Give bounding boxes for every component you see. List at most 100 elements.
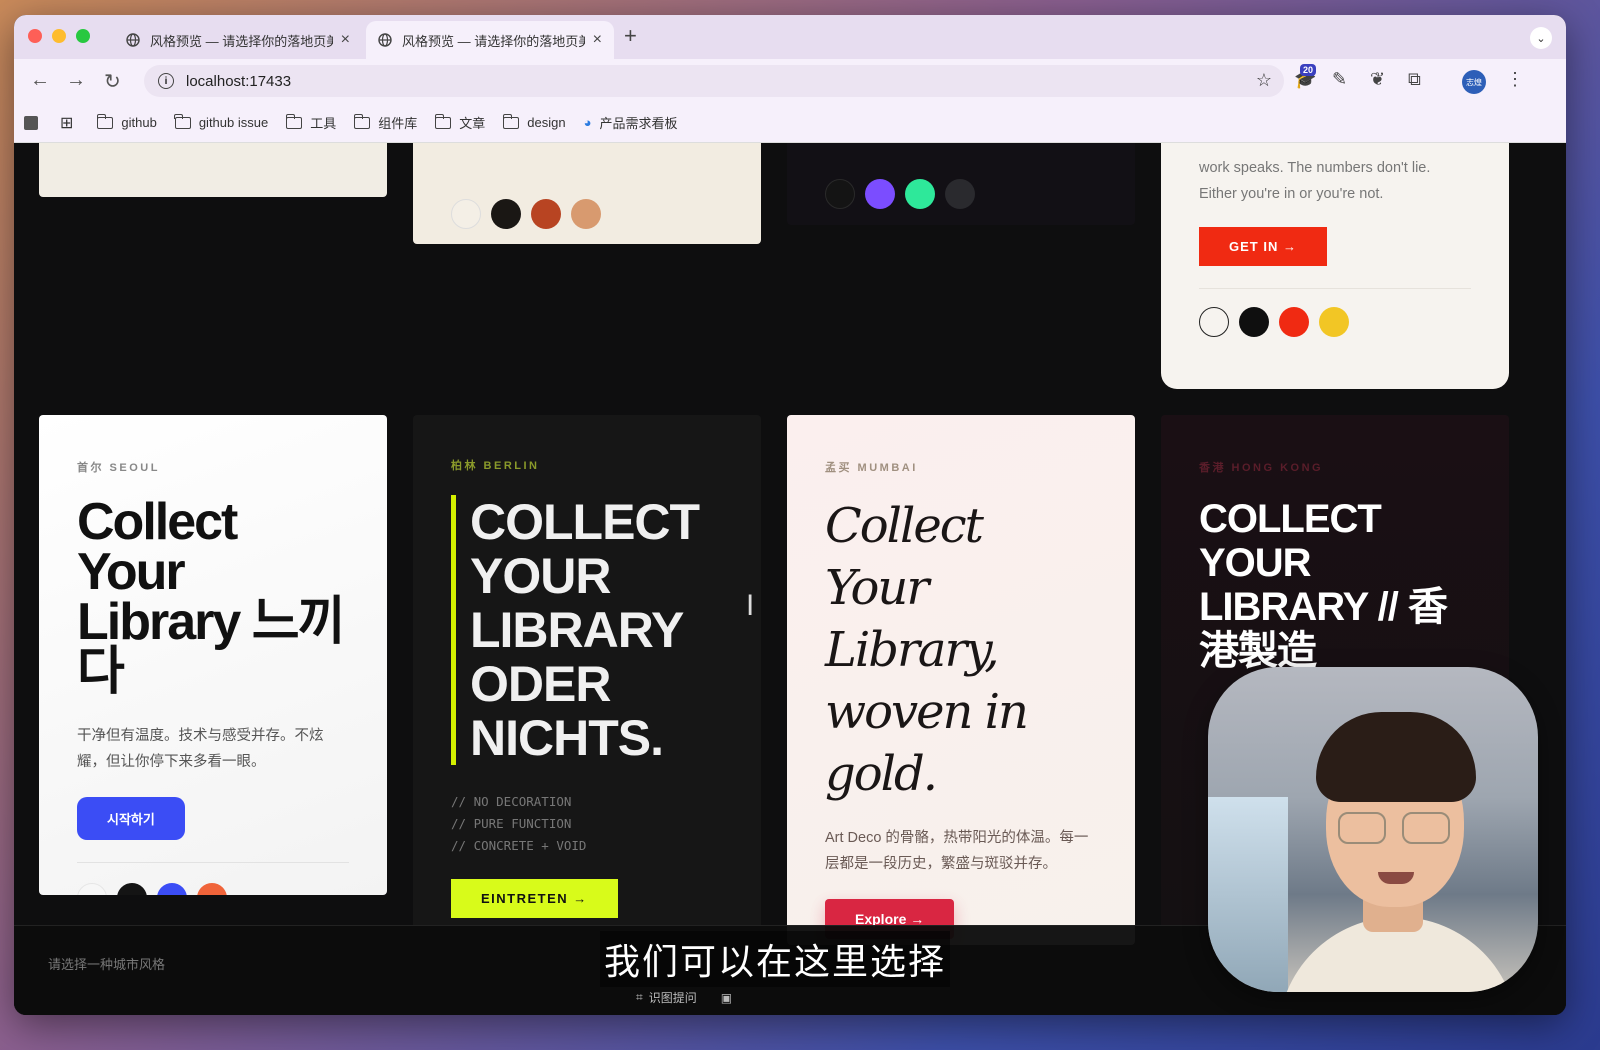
toolbar: ← → ↻ i localhost:17433 ☆ 🎓 ✎ ❦ ⧉ 志煌 ⋮: [14, 59, 1566, 103]
divider: [77, 862, 349, 863]
style-card-mumbai[interactable]: 孟买 MUMBAI Collect Your Library, woven in…: [787, 415, 1135, 945]
bookmark-label: github: [121, 115, 157, 130]
color-swatches: [825, 179, 975, 209]
start-button[interactable]: 시작하기: [77, 797, 185, 840]
tab-2[interactable]: 风格预览 — 请选择你的落地页美 ×: [366, 21, 614, 59]
swatch: [531, 199, 561, 229]
extension-pen-icon[interactable]: ✎: [1332, 69, 1347, 90]
card-heading: Collect Your Library, woven in gold.: [825, 498, 1029, 802]
swatch: [157, 883, 187, 895]
code-line: // PURE FUNCTION: [451, 816, 572, 831]
board-logo-icon: ◕: [583, 115, 592, 130]
city-label: 孟买 MUMBAI: [825, 462, 918, 474]
style-card-seoul[interactable]: 首尔 SEOUL Collect Your Library 느끼다 干净但有温度…: [39, 415, 387, 895]
reload-icon[interactable]: ↻: [104, 69, 121, 94]
city-label: 柏林 BERLIN: [451, 460, 540, 472]
sidebar-toggle-icon[interactable]: [24, 115, 38, 130]
footer-prompt: 请选择一种城市风格: [48, 957, 166, 972]
swatch: [491, 199, 521, 229]
card-description: Art Deco 的骨骼，热带阳光的体温。每一层都是一段历史，繁盛与斑驳并存。: [825, 830, 1089, 872]
site-info-icon[interactable]: i: [158, 73, 174, 89]
bookmark-label: 工具: [310, 116, 337, 131]
background-window: [1208, 797, 1288, 992]
address-bar[interactable]: i localhost:17433 ☆: [144, 65, 1284, 97]
profile-avatar[interactable]: 志煌: [1462, 70, 1486, 94]
folder-icon: [502, 113, 520, 129]
scan-icon: ⌗: [636, 990, 643, 1004]
close-window-button[interactable]: [28, 29, 42, 43]
swatch: [1239, 307, 1269, 337]
bookmark-label: 产品需求看板: [599, 116, 678, 131]
swatch: [1199, 307, 1229, 337]
back-arrow-icon[interactable]: ←: [30, 69, 50, 92]
ocr-label: 识图提问: [648, 991, 697, 1005]
bookmark-github[interactable]: github: [96, 113, 157, 130]
bookmark-tools[interactable]: 工具: [285, 113, 337, 132]
style-card-top-2[interactable]: [413, 143, 761, 244]
more-menu-icon[interactable]: ⋮: [1506, 69, 1524, 90]
color-swatches: [1199, 307, 1471, 337]
card-description: work speaks. The numbers don't lie. Eith…: [1199, 160, 1431, 202]
swatch: [1319, 307, 1349, 337]
style-card-top-4[interactable]: work speaks. The numbers don't lie. Eith…: [1161, 143, 1509, 389]
style-card-top-1[interactable]: [39, 143, 387, 197]
bookmark-github-issue[interactable]: github issue: [174, 113, 269, 130]
bookmark-components[interactable]: 组件库: [353, 113, 417, 132]
swatch: [1279, 307, 1309, 337]
get-in-button[interactable]: GET IN →: [1199, 227, 1327, 266]
url-text: localhost:17433: [186, 72, 292, 90]
minimize-window-button[interactable]: [52, 29, 66, 43]
swatch: [77, 883, 107, 895]
maximize-window-button[interactable]: [76, 29, 90, 43]
folder-icon: [174, 113, 191, 129]
apps-grid-icon[interactable]: ⊞: [60, 113, 73, 133]
globe-icon: [126, 33, 140, 47]
glasses-right: [1402, 812, 1450, 844]
extension-leaf-icon[interactable]: ❦: [1370, 69, 1385, 90]
bookmark-star-icon[interactable]: ☆: [1256, 70, 1272, 91]
bookmarks-bar: ⊞ github github issue 工具 组件库 文章 design ◕…: [14, 103, 1566, 143]
card-heading: Collect Your Library 느끼다: [77, 493, 345, 701]
forward-arrow-icon[interactable]: →: [66, 69, 86, 92]
extensions-puzzle-icon[interactable]: ⧉: [1408, 69, 1421, 90]
extension-badge: 20: [1300, 64, 1317, 76]
image-edit-icon[interactable]: ▣: [721, 991, 732, 1005]
ocr-ask-tool[interactable]: ⌗ 识图提问 ▣: [636, 989, 732, 1006]
tab-title: 风格预览 — 请选择你的落地页美: [150, 33, 333, 49]
folder-icon: [434, 113, 452, 129]
webcam-overlay: [1208, 667, 1538, 992]
bookmark-design[interactable]: design: [502, 113, 566, 130]
bookmark-label: github issue: [198, 115, 269, 130]
close-tab-icon[interactable]: ×: [593, 31, 602, 49]
tab-search-chevron-icon[interactable]: ⌄: [1530, 27, 1552, 49]
globe-icon: [378, 33, 392, 47]
bookmark-product-board[interactable]: ◕ 产品需求看板: [584, 113, 678, 132]
browser-window: 风格预览 — 请选择你的落地页美 × 风格预览 — 请选择你的落地页美 × + …: [14, 15, 1566, 1015]
swatch: [451, 199, 481, 229]
card-heading: COLLECT YOUR LIBRARY ODER NICHTS.: [470, 494, 700, 766]
swatch: [825, 179, 855, 209]
style-card-top-3[interactable]: [787, 143, 1135, 225]
glasses-left: [1338, 812, 1386, 844]
bookmark-articles[interactable]: 文章: [434, 113, 486, 132]
swatch: [197, 883, 227, 895]
bookmark-label: 文章: [459, 116, 486, 131]
code-comments: // NO DECORATION // PURE FUNCTION // CON…: [451, 791, 723, 857]
swatch: [945, 179, 975, 209]
swatch: [571, 199, 601, 229]
close-tab-icon[interactable]: ×: [341, 31, 350, 49]
folder-icon: [285, 113, 303, 129]
code-line: // NO DECORATION: [451, 794, 572, 809]
tab-title: 风格预览 — 请选择你的落地页美: [402, 33, 585, 49]
enter-button[interactable]: EINTRETEN →: [451, 879, 618, 918]
heading-accent-bar: COLLECT YOUR LIBRARY ODER NICHTS.: [451, 495, 723, 765]
folder-icon: [353, 113, 371, 129]
new-tab-button[interactable]: +: [624, 23, 637, 49]
tab-1[interactable]: 风格预览 — 请选择你的落地页美 ×: [114, 21, 362, 59]
style-card-berlin[interactable]: 柏林 BERLIN COLLECT YOUR LIBRARY ODER NICH…: [413, 415, 761, 945]
city-label: 首尔 SEOUL: [77, 462, 160, 474]
folder-icon: [96, 113, 114, 129]
bookmark-label: design: [527, 115, 566, 130]
color-swatches: [451, 199, 601, 229]
tab-strip: 风格预览 — 请选择你的落地页美 × 风格预览 — 请选择你的落地页美 × + …: [14, 15, 1566, 59]
